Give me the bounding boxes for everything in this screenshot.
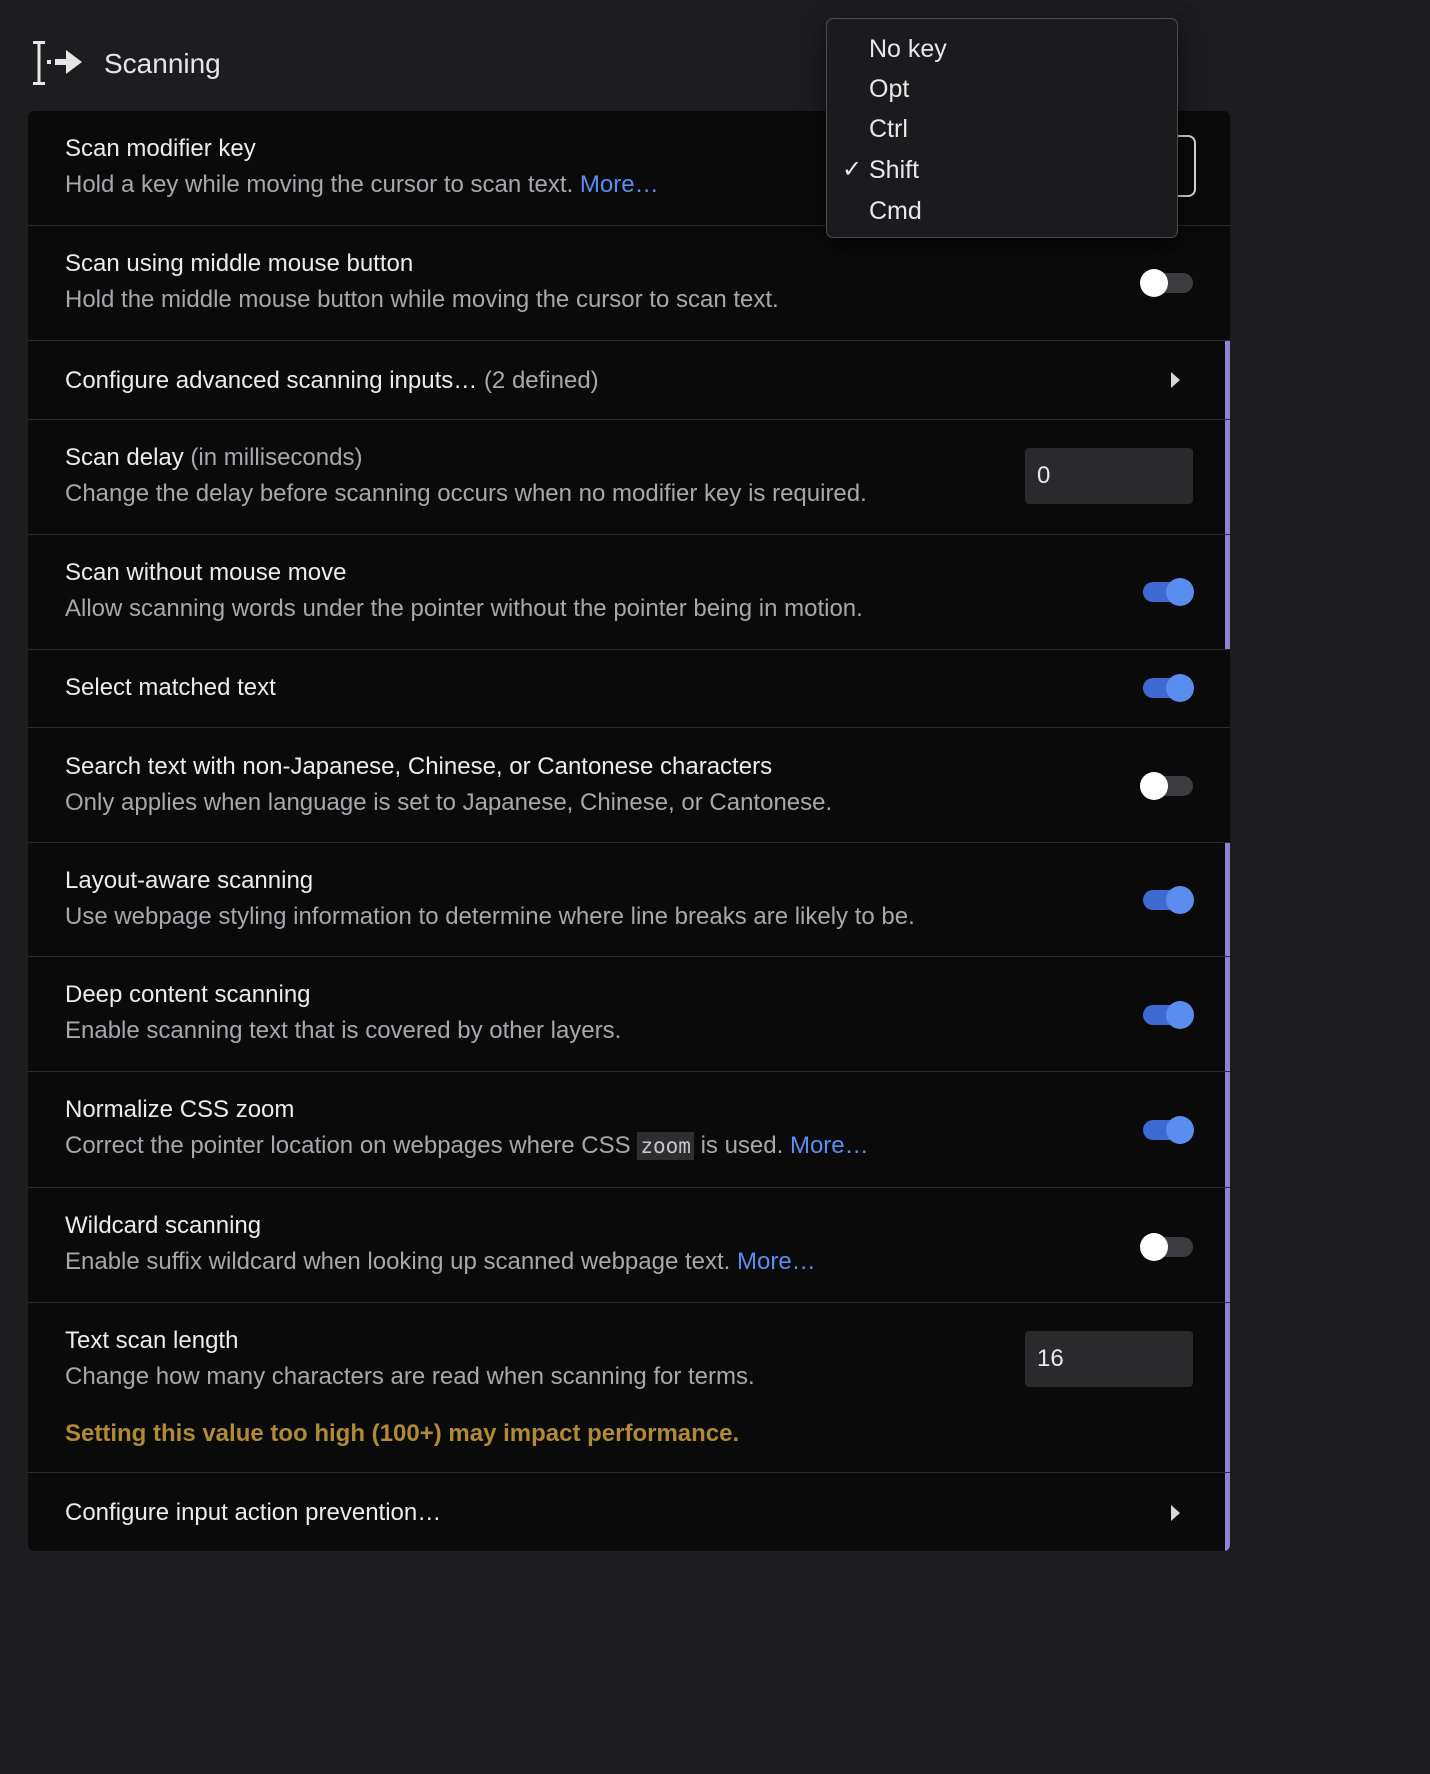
section-title: Scanning	[104, 48, 221, 79]
setting-label: Normalize CSS zoom	[65, 1096, 295, 1123]
text-scan-length-input[interactable]: 16	[1025, 1331, 1193, 1387]
checkmark-icon: ✓	[842, 156, 863, 183]
setting-normalize-css-zoom: Normalize CSS zoom Correct the pointer l…	[28, 1071, 1230, 1187]
setting-non-cjk-search: Search text with non-Japanese, Chinese, …	[28, 727, 1230, 842]
more-link[interactable]: More…	[790, 1132, 869, 1159]
setting-layout-aware-scanning: Layout-aware scanning Use webpage stylin…	[28, 842, 1230, 956]
deep-content-toggle[interactable]	[1141, 1000, 1194, 1029]
setting-select-matched-text: Select matched text	[28, 649, 1230, 727]
setting-description: Allow scanning words under the pointer w…	[65, 595, 863, 622]
more-link[interactable]: More…	[737, 1248, 816, 1275]
select-matched-text-toggle[interactable]	[1141, 673, 1194, 702]
setting-description: Only applies when language is set to Jap…	[65, 789, 833, 816]
chevron-right-icon	[1171, 372, 1180, 388]
setting-description: Enable scanning text that is covered by …	[65, 1017, 622, 1044]
setting-description: Use webpage styling information to deter…	[65, 903, 915, 930]
setting-description: Hold the middle mouse button while movin…	[65, 286, 779, 313]
menu-item-cmd[interactable]: Cmd	[869, 197, 922, 226]
setting-middle-mouse: Scan using middle mouse button Hold the …	[28, 225, 1230, 340]
setting-input-action-prevention[interactable]: Configure input action prevention…	[28, 1472, 1230, 1551]
setting-description: Change the delay before scanning occurs …	[65, 480, 867, 507]
setting-scan-without-mouse-move: Scan without mouse move Allow scanning w…	[28, 534, 1230, 649]
code-snippet: zoom	[637, 1132, 694, 1160]
setting-label: Configure advanced scanning inputs… (2 d…	[65, 367, 599, 394]
setting-label: Layout-aware scanning	[65, 867, 314, 894]
menu-item-shift[interactable]: ✓ Shift	[842, 156, 919, 185]
non-cjk-search-toggle[interactable]	[1140, 771, 1193, 800]
scan-text-icon	[33, 41, 82, 85]
settings-panel: Scan modifier key Hold a key while movin…	[28, 111, 1230, 1551]
setting-label: Text scan length	[65, 1327, 239, 1354]
setting-deep-content-scanning: Deep content scanning Enable scanning te…	[28, 956, 1230, 1071]
setting-scan-delay: Scan delay (in milliseconds) Change the …	[28, 419, 1230, 534]
setting-label: Scan delay (in milliseconds)	[65, 444, 363, 471]
menu-item-no-key[interactable]: No key	[869, 35, 947, 64]
menu-item-opt[interactable]: Opt	[869, 75, 909, 104]
wildcard-scanning-toggle[interactable]	[1140, 1232, 1193, 1261]
setting-text-scan-length: Text scan length Change how many charact…	[28, 1302, 1230, 1472]
performance-warning: Setting this value too high (100+) may i…	[65, 1420, 740, 1447]
setting-label: Scan modifier key	[65, 135, 256, 162]
scan-without-mouse-move-toggle[interactable]	[1141, 577, 1194, 606]
setting-description: Hold a key while moving the cursor to sc…	[65, 171, 659, 198]
setting-wildcard-scanning: Wildcard scanning Enable suffix wildcard…	[28, 1187, 1230, 1302]
setting-description: Correct the pointer location on webpages…	[65, 1132, 869, 1160]
setting-label: Scan without mouse move	[65, 559, 347, 586]
scan-delay-input[interactable]: 0	[1025, 448, 1193, 504]
setting-label: Search text with non-Japanese, Chinese, …	[65, 753, 773, 780]
setting-description: Change how many characters are read when…	[65, 1363, 755, 1390]
normalize-css-zoom-toggle[interactable]	[1141, 1115, 1194, 1144]
defined-count: (2 defined)	[483, 367, 599, 394]
modifier-key-menu: No key Opt Ctrl ✓ Shift Cmd	[826, 18, 1178, 238]
setting-advanced-inputs[interactable]: Configure advanced scanning inputs… (2 d…	[28, 340, 1230, 419]
section-header: Scanning	[30, 38, 221, 90]
setting-label: Configure input action prevention…	[65, 1499, 442, 1526]
setting-label: Deep content scanning	[65, 981, 311, 1008]
setting-description: Enable suffix wildcard when looking up s…	[65, 1248, 816, 1275]
chevron-right-icon	[1171, 1505, 1180, 1521]
setting-label: Scan using middle mouse button	[65, 250, 414, 277]
menu-item-ctrl[interactable]: Ctrl	[869, 115, 908, 144]
setting-label: Select matched text	[65, 674, 276, 701]
setting-label: Wildcard scanning	[65, 1212, 262, 1239]
layout-aware-toggle[interactable]	[1141, 885, 1194, 914]
more-link[interactable]: More…	[580, 171, 659, 198]
middle-mouse-toggle[interactable]	[1140, 268, 1193, 297]
